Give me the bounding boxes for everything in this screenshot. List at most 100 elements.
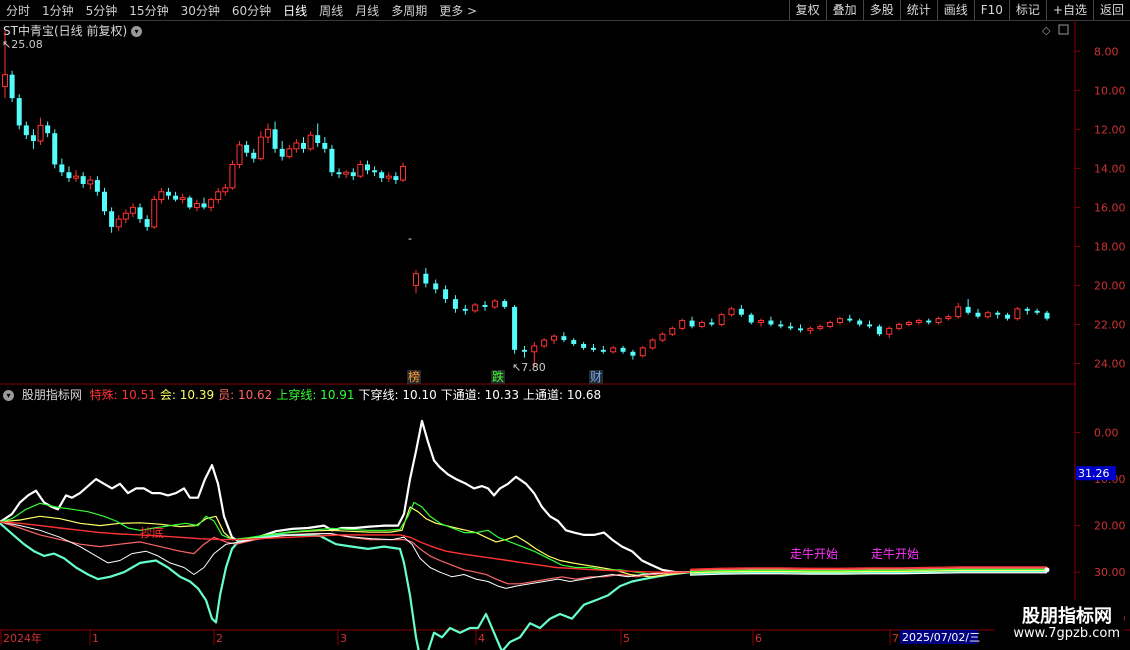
candle-43 — [307, 131, 314, 151]
ind-annotation-2: 走牛开始 — [871, 546, 919, 561]
candle-59 — [433, 279, 439, 294]
candle-67 — [512, 304, 518, 354]
candle-42 — [301, 137, 306, 153]
price-y-axis: 24.00 22.00 20.00 18.00 16.00 14.00 12.00 10.00… — [1075, 45, 1126, 370]
candle-76 — [600, 345, 606, 354]
candle-119 — [1024, 306, 1030, 315]
price-tick-label-3: 18.00 — [1094, 240, 1126, 253]
candle-64 — [482, 301, 488, 311]
candle-101 — [847, 314, 853, 323]
candle-38 — [272, 121, 278, 153]
price-tick-label-1: 22.00 — [1094, 318, 1126, 331]
candle-6 — [45, 121, 51, 138]
candle-31 — [222, 183, 229, 196]
candle-33 — [236, 141, 243, 169]
event-marker-2: 财 — [590, 370, 602, 384]
candle-82 — [659, 332, 666, 343]
candle-41 — [293, 139, 300, 153]
candle-2 — [16, 94, 22, 130]
ind-series-0 — [0, 419, 690, 574]
ind-end-dot — [1044, 567, 1050, 573]
candle-61 — [452, 295, 458, 313]
candle-7 — [52, 129, 58, 169]
candle-98 — [817, 324, 824, 331]
candle-109 — [926, 318, 932, 325]
candle-37 — [264, 123, 271, 143]
candle-60 — [443, 285, 449, 303]
candle-35 — [251, 148, 257, 163]
candle-24 — [173, 191, 179, 202]
candle-112 — [955, 302, 962, 319]
candle-40 — [286, 144, 293, 159]
candle-72 — [561, 332, 567, 343]
candle-55 — [393, 172, 399, 184]
candle-13 — [94, 176, 100, 196]
candle-39 — [279, 141, 285, 161]
candle-100 — [836, 316, 843, 325]
diamond-icon[interactable]: ◇ — [1042, 24, 1051, 37]
candle-12 — [87, 176, 94, 190]
candle-62 — [462, 304, 468, 315]
candle-117 — [1005, 312, 1011, 321]
candle-58 — [423, 267, 429, 288]
low-price-label: ↖7.80 — [512, 361, 546, 374]
ind-series-1 — [0, 522, 691, 650]
time-label-1: 1 — [92, 632, 99, 645]
event-marker-1: 跌 — [492, 369, 504, 384]
candle-87 — [709, 318, 715, 327]
candle-97 — [807, 326, 814, 335]
price-tick-label-0: 24.00 — [1094, 357, 1126, 370]
candle-116 — [995, 310, 1001, 319]
candle-16 — [115, 215, 122, 231]
candle-34 — [244, 141, 250, 157]
time-label-6: 6 — [755, 632, 762, 645]
candle-81 — [649, 338, 656, 350]
candle-63 — [472, 302, 479, 313]
ind-series-3 — [0, 501, 690, 576]
candle-20 — [144, 215, 150, 231]
candle-45 — [322, 137, 328, 153]
candle-3 — [23, 121, 29, 140]
candle-104 — [876, 324, 882, 337]
high-price-label: ↖25.08 — [2, 38, 43, 51]
ind-tick-label-4: 0.00 — [1094, 427, 1119, 440]
candle-74 — [581, 342, 587, 350]
candle-36 — [257, 131, 264, 161]
candle-114 — [975, 308, 981, 319]
candle-95 — [788, 322, 794, 331]
candle-68 — [521, 345, 527, 358]
candle-25 — [179, 193, 186, 204]
candle-110 — [935, 316, 942, 325]
indicator-y-axis: 40.0030.0020.0010.000.0031.26 — [1075, 427, 1126, 626]
candle-89 — [728, 306, 735, 317]
candle-88 — [718, 312, 725, 327]
candle-91 — [748, 312, 754, 325]
candle-120 — [1034, 308, 1040, 315]
time-label-0: 2024年 — [3, 631, 42, 645]
candle-50 — [357, 160, 364, 179]
candle-28 — [201, 197, 207, 210]
candle-8 — [59, 158, 65, 177]
candle-51 — [364, 160, 370, 175]
candle-92 — [758, 318, 765, 327]
window-icon[interactable] — [1058, 24, 1069, 35]
price-tick-label-6: 12.00 — [1094, 123, 1126, 136]
candle-57 — [413, 269, 419, 294]
candle-115 — [984, 310, 991, 319]
candle-54 — [385, 172, 392, 183]
candle-56 — [400, 162, 406, 183]
candle-103 — [867, 320, 873, 329]
candle-71 — [551, 334, 558, 344]
candle-9 — [66, 166, 72, 183]
watermark-url: www.7gpzb.com — [1013, 626, 1120, 641]
candle-113 — [965, 299, 971, 315]
time-axis: 2024年 1 2 3 4 5 6 7 2025/07/02/三 — [0, 630, 980, 645]
candle-47 — [336, 168, 342, 179]
candle-80 — [639, 345, 646, 358]
candle-75 — [590, 343, 596, 352]
candle-96 — [798, 324, 804, 333]
time-label-2: 2 — [216, 632, 223, 645]
candles — [2, 30, 1050, 368]
candle-19 — [137, 203, 143, 223]
candle-53 — [379, 170, 385, 183]
